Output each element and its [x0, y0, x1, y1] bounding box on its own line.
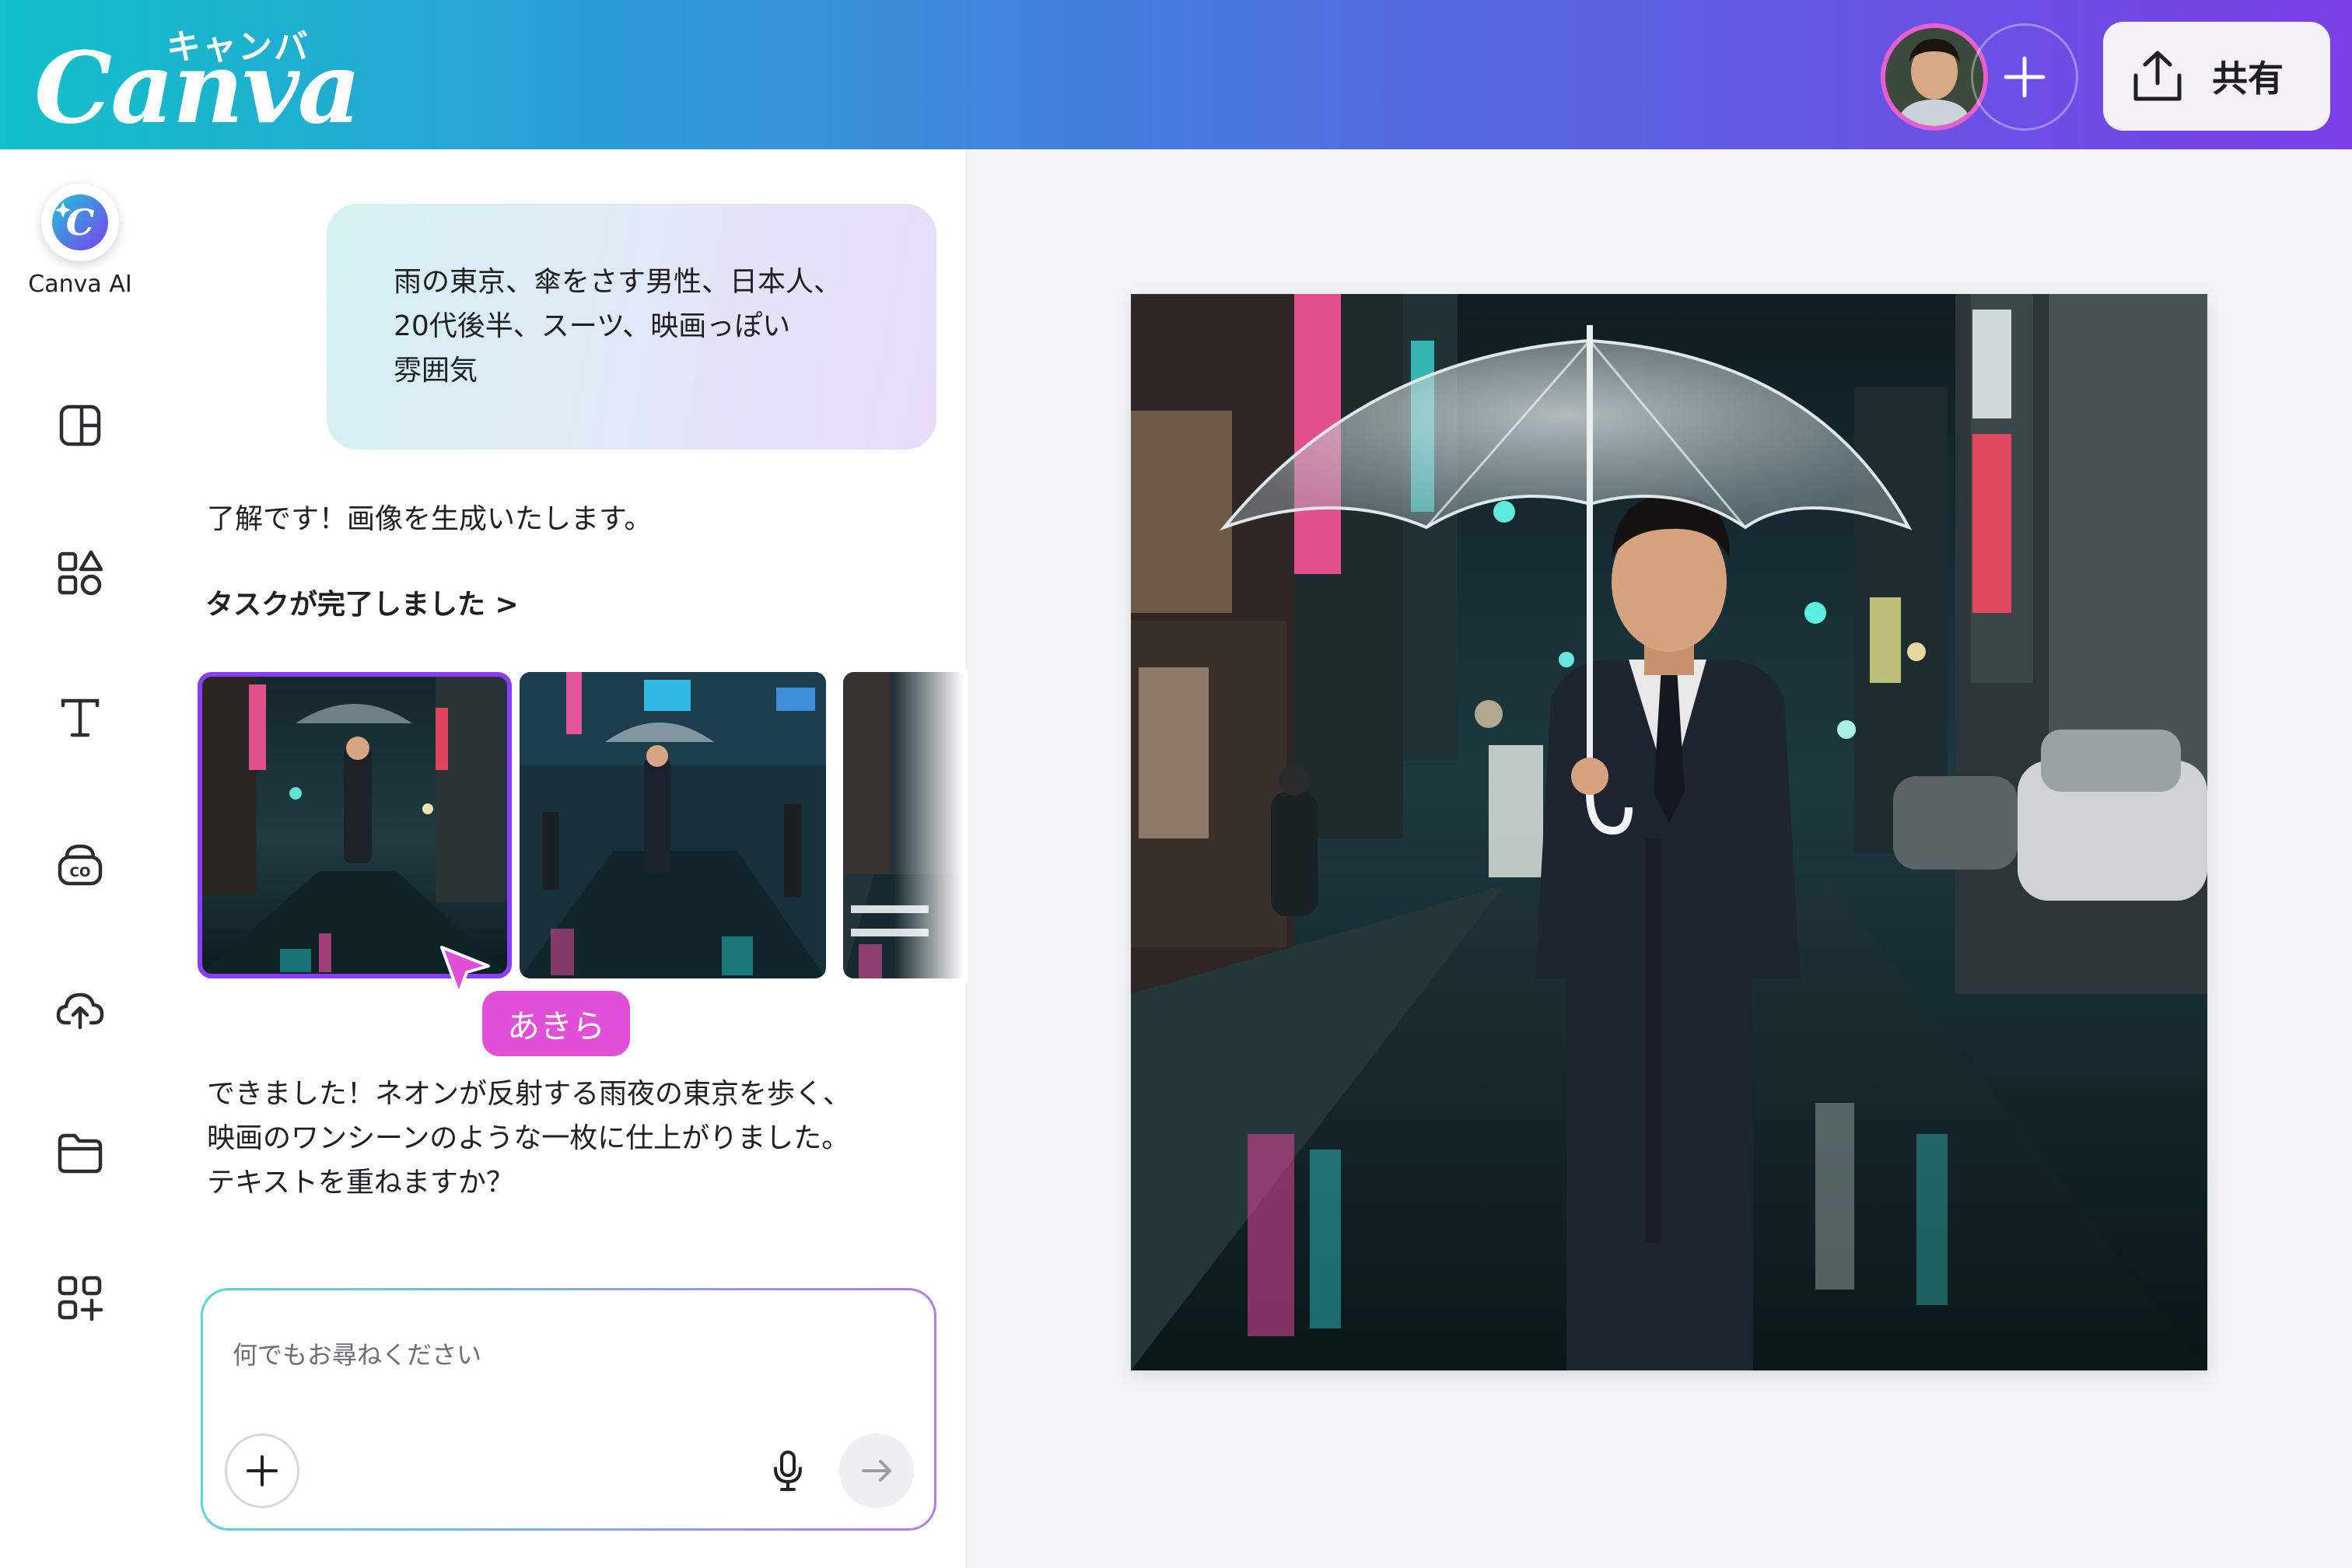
- sidebar-item-brand[interactable]: CO: [51, 835, 109, 893]
- sidebar-item-uploads[interactable]: [51, 980, 109, 1038]
- design-layout-icon: [59, 404, 101, 446]
- canvas-generated-image[interactable]: [1131, 294, 2207, 1370]
- user-prompt-line: 雨の東京、傘をさす男性、日本人、: [394, 266, 842, 298]
- user-prompt-line: 雰囲気: [394, 355, 478, 387]
- plus-icon: [247, 1455, 278, 1486]
- sidebar-item-text[interactable]: [51, 689, 109, 747]
- canva-ai-label: Canva AI: [28, 271, 132, 298]
- user-prompt-bubble: 雨の東京、傘をさす男性、日本人、 20代後半、スーツ、映画っぽい 雰囲気: [327, 204, 936, 450]
- upload-cloud-icon: [56, 992, 104, 1030]
- left-sidebar: C Canva AI CO: [0, 149, 160, 1568]
- top-bar: キャンバ Canva 共有: [0, 0, 2352, 149]
- canva-logo[interactable]: キャンバ Canva: [34, 17, 361, 142]
- brand-icon: CO: [58, 844, 103, 886]
- svg-text:C: C: [66, 201, 95, 243]
- generated-image-thumbnail-2[interactable]: [520, 672, 826, 978]
- add-collaborator-button[interactable]: [1971, 23, 2078, 131]
- projects-folder-icon: [58, 1133, 103, 1174]
- elements-shapes-icon: [58, 550, 103, 596]
- chat-input[interactable]: 何でもお尋ねください: [233, 1335, 481, 1371]
- chat-composer[interactable]: 何でもお尋ねください: [201, 1288, 936, 1531]
- sidebar-item-canva-ai[interactable]: C Canva AI: [0, 184, 160, 298]
- share-label: 共有: [2212, 58, 2284, 100]
- sidebar-item-elements[interactable]: [51, 544, 109, 602]
- collaborator-name-tag: あきら: [482, 991, 630, 1056]
- ai-result-line: できました！ネオンが反射する雨夜の東京を歩く、: [207, 1078, 852, 1110]
- thumbnail-fade-overlay: [894, 669, 968, 983]
- sidebar-item-projects[interactable]: [51, 1125, 109, 1182]
- plus-icon: [2004, 56, 2046, 98]
- sidebar-item-apps[interactable]: [51, 1269, 109, 1327]
- canva-ai-icon: C: [41, 184, 119, 261]
- svg-text:CO: CO: [70, 865, 91, 880]
- share-upload-icon: [2133, 51, 2182, 101]
- generated-image-thumbnail-1[interactable]: [198, 672, 512, 978]
- microphone-button[interactable]: [763, 1446, 813, 1496]
- sidebar-item-design[interactable]: [51, 397, 109, 454]
- ai-reply-message: 了解です！画像を生成いたします。: [207, 503, 653, 535]
- arrow-right-icon: [862, 1460, 891, 1482]
- logo-wordmark: Canva: [34, 30, 361, 145]
- task-complete-link[interactable]: タスクが完了しました >: [205, 582, 519, 622]
- apps-icon: [58, 1276, 103, 1321]
- ai-result-line: テキストを重ねますか？: [207, 1167, 514, 1199]
- ai-result-message: できました！ネオンが反射する雨夜の東京を歩く、 映画のワンシーンのような一枚に仕…: [207, 1072, 907, 1205]
- collaborator-cursor-icon: [437, 943, 493, 999]
- send-button[interactable]: [839, 1433, 914, 1508]
- microphone-icon: [774, 1451, 802, 1491]
- text-icon: [61, 698, 100, 737]
- ai-result-line: 映画のワンシーンのような一枚に仕上がりました。: [207, 1122, 850, 1154]
- user-prompt-line: 20代後半、スーツ、映画っぽい: [394, 310, 791, 342]
- share-button[interactable]: 共有: [2103, 22, 2330, 131]
- composer-add-button[interactable]: [225, 1433, 299, 1508]
